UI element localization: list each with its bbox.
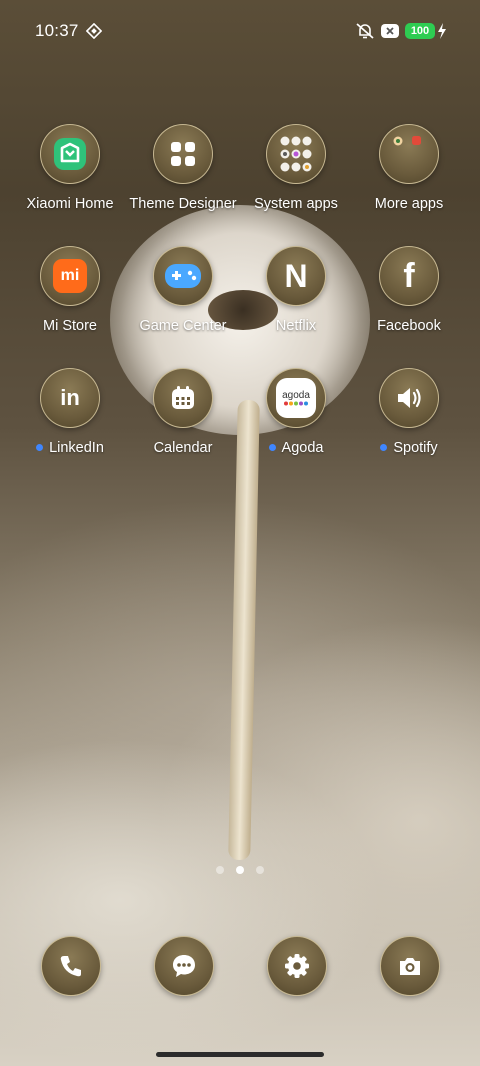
- app-game-center[interactable]: Game Center: [128, 246, 238, 334]
- dock-messages[interactable]: [154, 936, 214, 996]
- notification-x-icon: [380, 22, 400, 40]
- app-label: Spotify: [393, 440, 438, 456]
- camera-icon: [380, 936, 440, 996]
- phone-icon: [41, 936, 101, 996]
- messages-icon: [154, 936, 214, 996]
- dandelion-stem: [228, 399, 260, 861]
- location-diamond-icon: [86, 22, 102, 40]
- settings-icon: [267, 936, 327, 996]
- page-dot: [256, 866, 264, 874]
- app-label: Calendar: [153, 440, 213, 456]
- app-label: Theme Designer: [129, 196, 237, 212]
- folder-more-apps-icon: [379, 124, 439, 184]
- app-label: System apps: [254, 196, 338, 212]
- app-netflix[interactable]: N Netflix: [241, 246, 351, 334]
- page-dot-active: [236, 866, 244, 874]
- app-calendar[interactable]: Calendar: [128, 368, 238, 456]
- app-label: Agoda: [281, 440, 324, 456]
- agoda-dots-icon: [284, 401, 308, 406]
- app-label-wrap: LinkedIn: [15, 440, 125, 456]
- dock-camera[interactable]: [380, 936, 440, 996]
- folder-more-apps[interactable]: More apps: [354, 124, 464, 212]
- dock-settings[interactable]: [267, 936, 327, 996]
- home-gesture-bar[interactable]: [156, 1052, 324, 1057]
- app-label-wrap: Agoda: [241, 440, 351, 456]
- linkedin-icon: in: [40, 368, 100, 428]
- app-xiaomi-home[interactable]: Xiaomi Home: [15, 124, 125, 212]
- agoda-icon: agoda: [266, 368, 326, 428]
- charging-bolt-icon: [437, 22, 447, 40]
- calendar-icon: [153, 368, 213, 428]
- mi-logo: mi: [53, 259, 87, 293]
- page-dot: [216, 866, 224, 874]
- facebook-icon: f: [379, 246, 439, 306]
- game-center-icon: [153, 246, 213, 306]
- xiaomi-home-icon: [40, 124, 100, 184]
- netflix-icon: N: [266, 246, 326, 306]
- new-app-dot: [380, 443, 388, 451]
- app-label-wrap: Spotify: [354, 440, 464, 456]
- agoda-wordmark: agoda: [282, 390, 310, 401]
- app-label: Xiaomi Home: [26, 196, 114, 212]
- app-facebook[interactable]: f Facebook: [354, 246, 464, 334]
- battery-indicator: 100: [405, 23, 435, 39]
- app-agoda[interactable]: agoda Agoda: [241, 368, 351, 456]
- app-mi-store[interactable]: mi Mi Store: [15, 246, 125, 334]
- status-time: 10:37: [35, 21, 79, 40]
- app-theme-designer[interactable]: Theme Designer: [128, 124, 238, 212]
- app-label: Facebook: [377, 318, 441, 334]
- mi-store-icon: mi: [40, 246, 100, 306]
- netflix-letter: N: [284, 257, 308, 294]
- app-spotify[interactable]: Spotify: [354, 368, 464, 456]
- linkedin-letters: in: [60, 385, 80, 410]
- app-label: More apps: [374, 196, 444, 212]
- status-bar: 10:37 100: [0, 0, 480, 62]
- app-label: Netflix: [275, 318, 317, 334]
- spotify-icon: [379, 368, 439, 428]
- new-app-dot: [268, 443, 276, 451]
- new-app-dot: [36, 443, 44, 451]
- theme-designer-icon: [153, 124, 213, 184]
- dock-phone[interactable]: [41, 936, 101, 996]
- app-label: LinkedIn: [49, 440, 104, 456]
- app-label: Mi Store: [43, 318, 97, 334]
- page-indicator[interactable]: [0, 866, 480, 874]
- app-linkedin[interactable]: in LinkedIn: [15, 368, 125, 456]
- folder-system-apps[interactable]: System apps: [241, 124, 351, 212]
- facebook-letter: f: [403, 256, 415, 295]
- silent-bell-icon: [354, 22, 376, 40]
- battery-level: 100: [410, 25, 430, 37]
- app-label: Game Center: [139, 318, 227, 334]
- folder-system-apps-icon: [266, 124, 326, 184]
